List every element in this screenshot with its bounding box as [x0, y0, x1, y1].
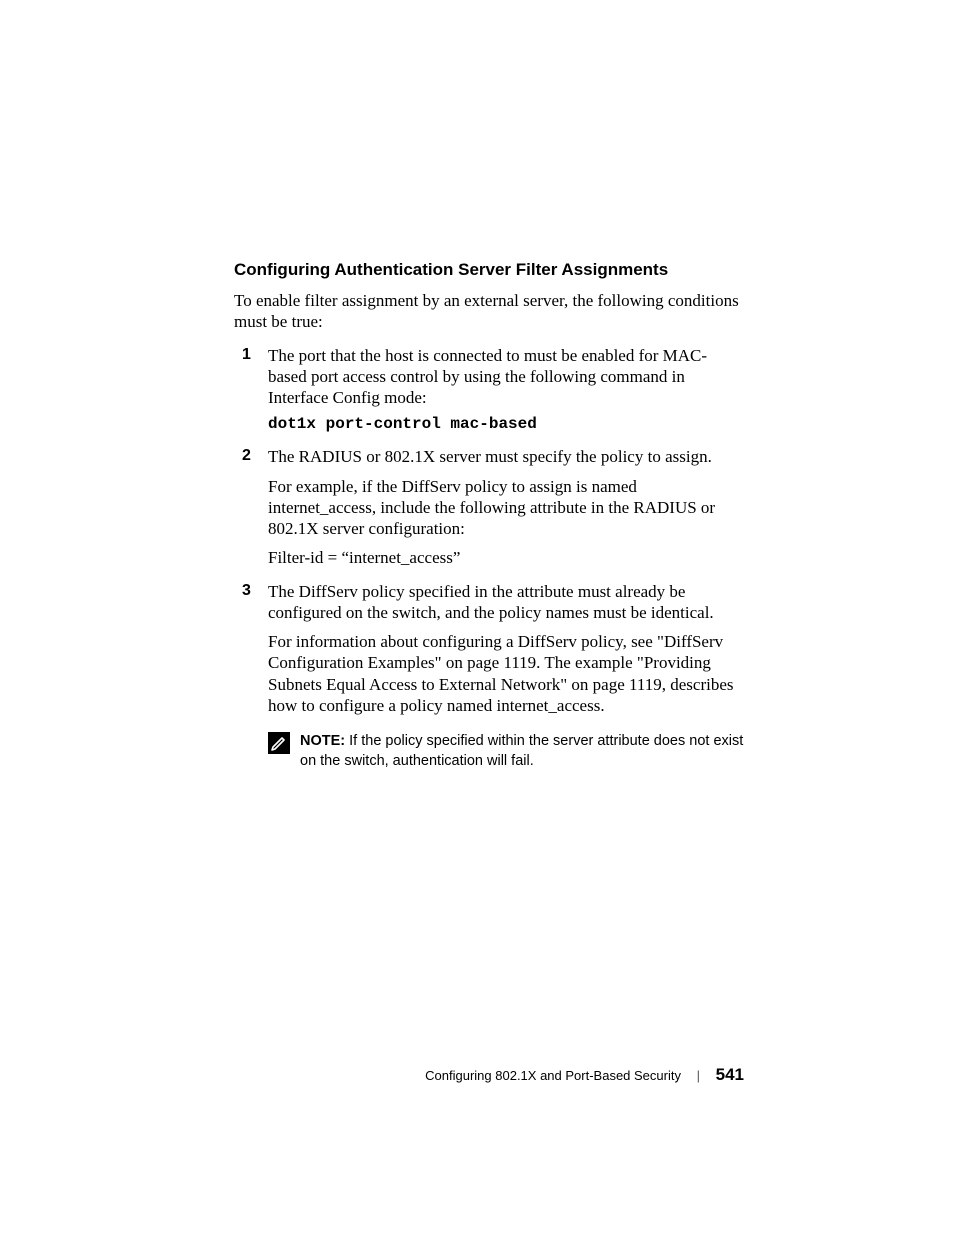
note-text: If the policy specified within the serve… [300, 733, 743, 769]
footer-page-number: 541 [716, 1065, 744, 1084]
note-icon [268, 732, 290, 754]
step-2-text: The RADIUS or 802.1X server must specify… [268, 447, 712, 466]
intro-paragraph: To enable filter assignment by an extern… [234, 290, 744, 333]
step-2-paragraph-2: Filter-id = “internet_access” [268, 547, 744, 568]
footer-separator: | [697, 1068, 700, 1083]
note-label: NOTE: [300, 733, 345, 749]
note-block: NOTE: If the policy specified within the… [234, 732, 744, 771]
step-1: The port that the host is connected to m… [234, 345, 744, 435]
step-1-command: dot1x port-control mac-based [268, 414, 744, 434]
step-1-text: The port that the host is connected to m… [268, 346, 707, 408]
steps-list: The port that the host is connected to m… [234, 345, 744, 717]
step-3: The DiffServ policy specified in the att… [234, 581, 744, 717]
section-heading: Configuring Authentication Server Filter… [234, 260, 744, 280]
step-3-text: The DiffServ policy specified in the att… [268, 582, 714, 622]
page-footer: Configuring 802.1X and Port-Based Securi… [0, 1065, 954, 1085]
footer-chapter: Configuring 802.1X and Port-Based Securi… [425, 1068, 681, 1083]
step-2-paragraph-1: For example, if the DiffServ policy to a… [268, 476, 744, 540]
step-3-paragraph-1: For information about configuring a Diff… [268, 631, 744, 716]
document-page: Configuring Authentication Server Filter… [0, 0, 954, 1235]
step-2: The RADIUS or 802.1X server must specify… [234, 446, 744, 568]
